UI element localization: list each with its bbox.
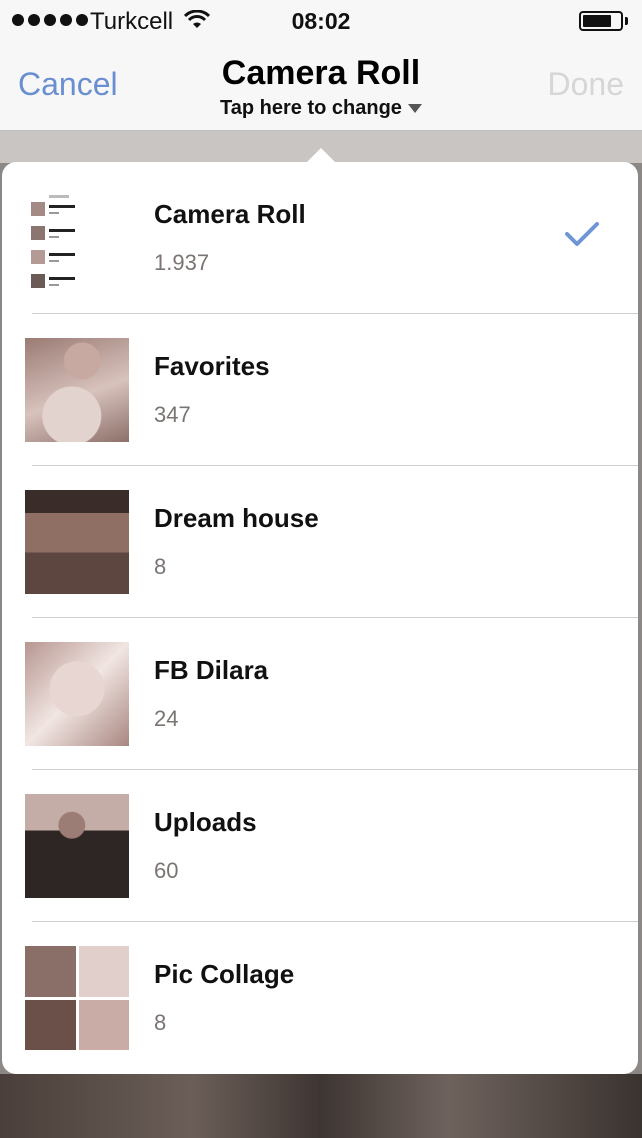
uploads-thumbnail	[25, 794, 129, 898]
album-title: Favorites	[154, 351, 270, 381]
battery-icon	[579, 11, 628, 31]
album-change-label: Tap here to change	[220, 97, 402, 119]
done-button: Done	[547, 66, 625, 102]
fb-dilara-thumbnail	[25, 642, 129, 746]
triangle-down-icon	[407, 104, 422, 114]
list-item-favorites[interactable]: Favorites 347	[2, 314, 638, 466]
list-item-dream-house[interactable]: Dream house 8	[2, 466, 638, 618]
pic-collage-thumbnail	[25, 946, 129, 1050]
album-title: Dream house	[154, 503, 319, 533]
album-title: Pic Collage	[154, 959, 295, 989]
album-count: 60	[154, 858, 179, 883]
album-title: FB Dilara	[154, 655, 269, 685]
page-title: Camera Roll	[221, 54, 421, 92]
album-count: 8	[154, 554, 167, 579]
album-change-button[interactable]: Tap here to change	[0, 97, 642, 120]
list-item-camera-roll[interactable]: Camera Roll 1.937	[2, 162, 638, 314]
album-title: Uploads	[154, 807, 257, 837]
album-count: 347	[154, 402, 191, 427]
navigation-bar: Cancel Camera Roll Tap here to change Do…	[0, 42, 642, 131]
list-item-uploads[interactable]: Uploads 60	[2, 770, 638, 922]
album-count: 24	[154, 706, 179, 731]
album-title: Camera Roll	[154, 199, 306, 229]
status-bar: Turkcell 08:02	[0, 0, 642, 42]
favorites-thumbnail	[25, 338, 129, 442]
list-item-pic-collage[interactable]: Pic Collage 8	[2, 922, 638, 1074]
checkmark-icon	[565, 222, 599, 246]
background-photos	[0, 1074, 642, 1138]
camera-roll-thumbnail	[25, 186, 129, 290]
album-count: 8	[154, 1010, 167, 1035]
list-item-fb-dilara[interactable]: FB Dilara 24	[2, 618, 638, 770]
dream-house-thumbnail	[25, 490, 129, 594]
status-time: 08:02	[291, 8, 351, 34]
album-count: 1.937	[154, 250, 210, 275]
popover-arrow	[306, 148, 336, 163]
album-picker-popover: Camera Roll 1.937 Favorites 347 Dream ho…	[2, 162, 638, 1074]
